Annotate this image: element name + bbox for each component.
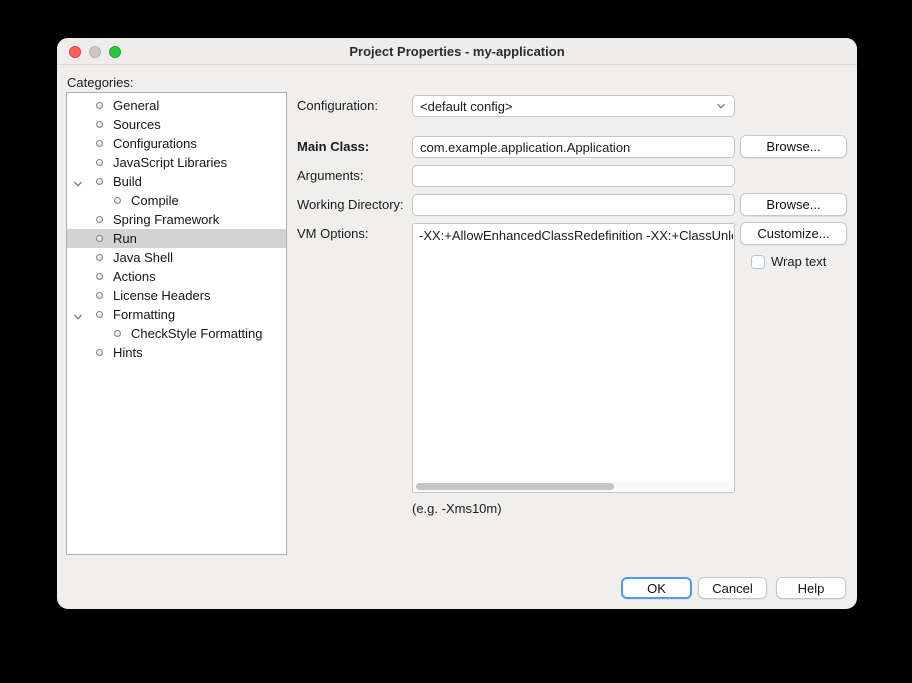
vm-options-input[interactable]: -XX:+AllowEnhancedClassRedefinition -XX:… [412, 223, 735, 493]
vm-options-hint: (e.g. -Xms10m) [412, 501, 502, 516]
tree-item-build[interactable]: Build [67, 172, 286, 191]
help-button[interactable]: Help [776, 577, 846, 599]
node-bullet-icon [96, 235, 103, 242]
node-bullet-icon [96, 311, 103, 318]
window-title: Project Properties - my-application [349, 44, 564, 59]
categories-label: Categories: [67, 75, 133, 90]
tree-item-javascript-libraries[interactable]: JavaScript Libraries [67, 153, 286, 172]
node-bullet-icon [96, 273, 103, 280]
tree-item-compile[interactable]: Compile [67, 191, 286, 210]
main-class-label: Main Class: [297, 139, 369, 154]
working-directory-input[interactable] [412, 194, 735, 216]
minimize-button[interactable] [89, 46, 101, 58]
node-bullet-icon [96, 159, 103, 166]
zoom-button[interactable] [109, 46, 121, 58]
arguments-input[interactable] [412, 165, 735, 187]
project-properties-dialog: Project Properties - my-application Cate… [57, 38, 857, 609]
node-bullet-icon [96, 140, 103, 147]
node-bullet-icon [96, 102, 103, 109]
tree-item-java-shell[interactable]: Java Shell [67, 248, 286, 267]
tree-item-run-selected[interactable]: Run [67, 229, 286, 248]
vm-options-value: -XX:+AllowEnhancedClassRedefinition -XX:… [419, 228, 733, 243]
node-bullet-icon [96, 349, 103, 356]
node-bullet-icon [114, 330, 121, 337]
node-bullet-icon [114, 197, 121, 204]
browse-working-directory-button[interactable]: Browse... [740, 193, 847, 216]
tree-item-configurations[interactable]: Configurations [67, 134, 286, 153]
node-bullet-icon [96, 121, 103, 128]
categories-tree[interactable]: General Sources Configurations JavaScrip… [66, 92, 287, 555]
arguments-label: Arguments: [297, 168, 363, 183]
tree-item-hints[interactable]: Hints [67, 343, 286, 362]
chevron-down-icon[interactable] [73, 177, 83, 187]
node-bullet-icon [96, 178, 103, 185]
chevron-down-icon[interactable] [73, 310, 83, 320]
tree-item-license-headers[interactable]: License Headers [67, 286, 286, 305]
working-directory-label: Working Directory: [297, 197, 404, 212]
tree-item-formatting[interactable]: Formatting [67, 305, 286, 324]
tree-item-actions[interactable]: Actions [67, 267, 286, 286]
tree-item-checkstyle-formatting[interactable]: CheckStyle Formatting [67, 324, 286, 343]
chevron-down-icon [715, 100, 727, 112]
configuration-value: <default config> [420, 99, 513, 114]
node-bullet-icon [96, 254, 103, 261]
wrap-text-checkbox[interactable] [751, 255, 765, 269]
close-button[interactable] [69, 46, 81, 58]
scrollbar-thumb[interactable] [416, 483, 614, 490]
browse-main-class-button[interactable]: Browse... [740, 135, 847, 158]
vm-options-label: VM Options: [297, 226, 369, 241]
titlebar[interactable]: Project Properties - my-application [57, 38, 857, 65]
cancel-button[interactable]: Cancel [698, 577, 767, 599]
tree-item-sources[interactable]: Sources [67, 115, 286, 134]
customize-button[interactable]: Customize... [740, 222, 847, 245]
tree-item-general[interactable]: General [67, 96, 286, 115]
horizontal-scrollbar[interactable] [414, 481, 733, 491]
wrap-text-option[interactable]: Wrap text [751, 254, 826, 269]
node-bullet-icon [96, 216, 103, 223]
wrap-text-label: Wrap text [771, 254, 826, 269]
configuration-select[interactable]: <default config> [412, 95, 735, 117]
ok-button[interactable]: OK [621, 577, 692, 599]
tree-item-spring-framework[interactable]: Spring Framework [67, 210, 286, 229]
main-class-input[interactable] [412, 136, 735, 158]
node-bullet-icon [96, 292, 103, 299]
configuration-label: Configuration: [297, 98, 378, 113]
